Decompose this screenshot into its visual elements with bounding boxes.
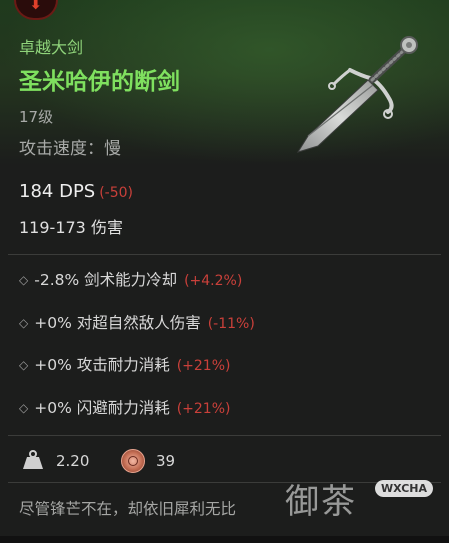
affix-text: -2.8% 剑术能力冷却 bbox=[34, 271, 178, 289]
item-level: 17级 bbox=[19, 108, 54, 126]
affix-change: (+4.2%) bbox=[184, 273, 243, 289]
diamond-bullet-icon: ◇ bbox=[19, 401, 29, 415]
weight-value: 2.20 bbox=[56, 452, 90, 470]
attack-speed: 攻击速度：慢 bbox=[19, 139, 121, 159]
bottom-edge bbox=[0, 536, 449, 543]
affix-row: ◇ +0% 闪避耐力消耗 (+21%) bbox=[19, 396, 230, 418]
affix-text: +0% 对超自然敌人伤害 bbox=[34, 314, 201, 332]
affix-change: (+21%) bbox=[176, 358, 231, 374]
affix-change: (-11%) bbox=[207, 316, 255, 332]
affix-row: ◇ -2.8% 剑术能力冷却 (+4.2%) bbox=[19, 268, 242, 290]
down-arrow-icon: ⬇ bbox=[29, 0, 43, 13]
affix-change: (+21%) bbox=[176, 401, 231, 417]
flavor-text: 尽管锋芒不在，却依旧犀利无比 bbox=[19, 500, 237, 518]
weight-icon bbox=[23, 450, 43, 469]
sword-icon bbox=[296, 36, 418, 153]
affix-text: +0% 攻击耐力消耗 bbox=[34, 356, 170, 374]
dps-value: 184 DPS (-50) bbox=[19, 181, 133, 202]
diamond-bullet-icon: ◇ bbox=[19, 273, 29, 287]
item-value: 39 bbox=[156, 452, 176, 470]
affix-row: ◇ +0% 攻击耐力消耗 (+21%) bbox=[19, 353, 230, 375]
item-rarity: 卓越大剑 bbox=[19, 38, 84, 57]
damage-range: 119-173 伤害 bbox=[19, 218, 123, 237]
divider bbox=[8, 254, 441, 255]
diamond-bullet-icon: ◇ bbox=[19, 316, 29, 330]
watermark: 御茶 WXCHA bbox=[285, 474, 445, 522]
affix-row: ◇ +0% 对超自然敌人伤害 (-11%) bbox=[19, 311, 255, 333]
dps-delta: (-50) bbox=[99, 185, 134, 201]
watermark-text: 御茶 bbox=[285, 482, 357, 522]
watermark-badge: WXCHA bbox=[375, 480, 434, 497]
affix-text: +0% 闪避耐力消耗 bbox=[34, 399, 170, 417]
coin-icon bbox=[121, 449, 145, 473]
dps-text: 184 DPS bbox=[19, 181, 96, 202]
divider bbox=[8, 435, 441, 436]
diamond-bullet-icon: ◇ bbox=[19, 358, 29, 372]
item-name: 圣米哈伊的断剑 bbox=[19, 69, 180, 95]
